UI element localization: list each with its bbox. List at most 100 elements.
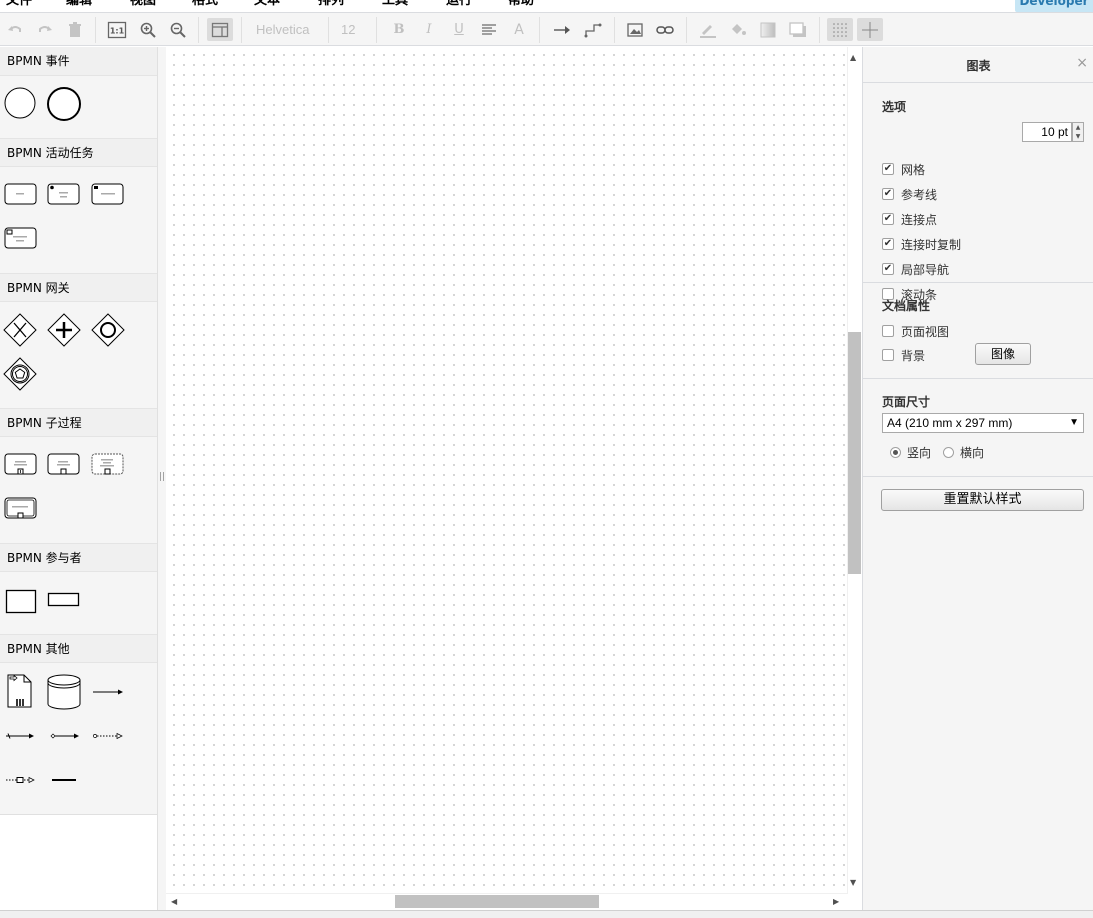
link-icon[interactable]: [654, 18, 676, 41]
menu-text[interactable]: 文本: [254, 0, 280, 10]
format-panel-title[interactable]: 图表: [863, 57, 1093, 74]
page-view-option[interactable]: 页面视图: [882, 322, 949, 340]
chevron-down-icon: ▼: [1069, 417, 1079, 428]
fill-color-icon[interactable]: [727, 18, 749, 41]
checkbox-icon[interactable]: ✔: [882, 163, 894, 175]
scroll-up-icon[interactable]: ▲: [850, 53, 856, 62]
background-option[interactable]: 背景: [882, 346, 925, 364]
shadow-icon[interactable]: [787, 18, 809, 41]
sidebar-section-title[interactable]: BPMN 其他: [0, 634, 157, 663]
checkbox-icon[interactable]: [882, 325, 894, 337]
lane-shape[interactable]: [47, 592, 81, 608]
page-size-select[interactable]: A4 (210 mm x 297 mm) ▼: [882, 413, 1084, 433]
event-gateway-shape[interactable]: [3, 357, 37, 391]
checkbox-icon[interactable]: [882, 349, 894, 361]
checkbox-icon[interactable]: ✔: [882, 238, 894, 250]
checkbox-icon[interactable]: ✔: [882, 263, 894, 275]
portrait-radio[interactable]: [890, 446, 901, 458]
format-panel-icon[interactable]: [207, 18, 233, 41]
checkbox-icon[interactable]: ✔: [882, 213, 894, 225]
image-icon[interactable]: [624, 18, 646, 41]
menu-tools[interactable]: 工具: [382, 0, 408, 10]
sidebar-section-other: BPMN 其他: [0, 634, 157, 813]
outline-navigation-option[interactable]: ✔ 局部导航: [882, 260, 949, 278]
background-image-button[interactable]: 图像: [975, 343, 1031, 365]
parallel-gateway-shape[interactable]: [47, 313, 81, 347]
menu-file[interactable]: 文件: [6, 0, 32, 10]
call-activity-shape[interactable]: [47, 453, 81, 477]
menu-arrange[interactable]: 排列: [318, 0, 344, 10]
font-size-input[interactable]: 12: [341, 18, 371, 41]
vertical-scroll-thumb[interactable]: [848, 332, 861, 574]
scroll-down-icon[interactable]: ▼: [850, 878, 856, 887]
message-flow-with-envelope-shape[interactable]: [5, 775, 35, 785]
font-family-select[interactable]: Helvetica: [256, 18, 326, 41]
font-color-icon[interactable]: A: [508, 18, 530, 41]
conditional-flow-shape[interactable]: [50, 731, 80, 741]
gradient-icon[interactable]: [757, 18, 779, 41]
user-task-shape[interactable]: [47, 183, 81, 207]
menu-run[interactable]: 运行: [446, 0, 472, 10]
underline-icon[interactable]: U: [448, 18, 470, 41]
task-shape[interactable]: [4, 183, 38, 207]
horizontal-scroll-thumb[interactable]: [395, 895, 599, 908]
default-flow-shape[interactable]: [5, 731, 35, 741]
send-task-shape[interactable]: [91, 183, 125, 207]
data-store-shape[interactable]: [47, 674, 81, 710]
sidebar-section-title[interactable]: BPMN 参与者: [0, 543, 157, 572]
copy-on-connect-option[interactable]: ✔ 连接时复制: [882, 235, 961, 253]
line-shape[interactable]: [50, 775, 78, 785]
message-flow-shape[interactable]: [93, 731, 123, 741]
line-color-icon[interactable]: [697, 18, 719, 41]
close-icon[interactable]: ×: [1076, 55, 1088, 71]
format-panel: 图表 × 选项 ✔ 网格 10 pt ▲ ▼ ✔ 参考线 ✔ 连接点 ✔ 连接时复制 ✔ 局…: [862, 47, 1093, 910]
zoom-out-icon[interactable]: [167, 18, 189, 41]
sidebar-section-title[interactable]: BPMN 事件: [0, 47, 157, 76]
menu-help[interactable]: 帮助: [508, 0, 534, 10]
waypoints-icon[interactable]: [582, 18, 604, 41]
bold-icon[interactable]: B: [388, 18, 410, 41]
actual-size-icon[interactable]: 1:1: [106, 18, 128, 41]
business-rule-task-shape[interactable]: [4, 227, 38, 251]
grid-size-stepper[interactable]: ▲ ▼: [1072, 122, 1084, 142]
landscape-radio[interactable]: [943, 446, 955, 458]
subprocess-shape[interactable]: [4, 453, 38, 477]
event-subprocess-shape[interactable]: [91, 453, 125, 477]
sidebar-section-title[interactable]: BPMN 活动任务: [0, 138, 157, 167]
guides-icon[interactable]: [857, 18, 883, 41]
grid-icon[interactable]: [827, 18, 853, 41]
undo-icon[interactable]: [4, 18, 26, 41]
redo-icon[interactable]: [34, 18, 56, 41]
italic-icon[interactable]: I: [418, 18, 440, 41]
start-event-shape[interactable]: [4, 87, 38, 121]
connection-arrow-icon[interactable]: [551, 18, 573, 41]
menu-edit[interactable]: 编辑: [66, 0, 92, 10]
grid-size-input[interactable]: 10 pt: [1022, 122, 1072, 142]
transaction-shape[interactable]: [4, 497, 38, 521]
align-icon[interactable]: [478, 18, 500, 41]
sequence-flow-shape[interactable]: [92, 687, 124, 697]
scroll-right-icon[interactable]: ▶: [833, 897, 839, 906]
toolbar-separator: [819, 17, 820, 43]
grid-option[interactable]: ✔ 网格: [882, 160, 925, 178]
pool-shape[interactable]: [5, 589, 37, 615]
delete-icon[interactable]: [64, 18, 86, 41]
exclusive-gateway-shape[interactable]: [3, 313, 37, 347]
guides-option[interactable]: ✔ 参考线: [882, 185, 937, 203]
menu-view[interactable]: 视图: [130, 0, 156, 10]
reset-default-style-button[interactable]: 重置默认样式: [881, 489, 1084, 511]
toolbar-separator: [686, 17, 687, 43]
sidebar-section-title[interactable]: BPMN 子过程: [0, 408, 157, 437]
menu-format[interactable]: 格式: [192, 0, 218, 10]
checkbox-icon[interactable]: ✔: [882, 188, 894, 200]
splitter-handle-icon[interactable]: ||: [159, 472, 165, 486]
zoom-in-icon[interactable]: [137, 18, 159, 41]
end-event-shape[interactable]: [46, 87, 82, 123]
option-label: 连接点: [901, 212, 938, 227]
drawing-canvas[interactable]: [166, 47, 847, 894]
inclusive-gateway-shape[interactable]: [91, 313, 125, 347]
data-object-shape[interactable]: [7, 674, 33, 708]
connection-points-option[interactable]: ✔ 连接点: [882, 210, 937, 228]
sidebar-section-title[interactable]: BPMN 网关: [0, 273, 157, 302]
scroll-left-icon[interactable]: ◀: [171, 897, 177, 906]
